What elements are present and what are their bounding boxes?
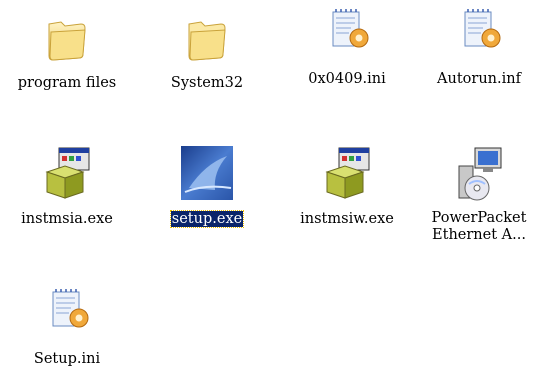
setup-app-icon — [175, 144, 239, 208]
item-label: System32 — [170, 75, 244, 91]
settings-file-icon — [447, 4, 511, 68]
folder-icon — [175, 8, 239, 72]
network-setup-icon — [447, 144, 511, 208]
item-label: instmsiw.exe — [300, 211, 394, 227]
item-label: Autorun.inf — [437, 71, 521, 87]
settings-file-icon — [315, 4, 379, 68]
item-label: Setup.ini — [33, 351, 101, 367]
item-label: instmsia.exe — [21, 211, 113, 227]
settings-file-icon — [35, 284, 99, 348]
installer-icon — [315, 144, 379, 208]
item-label: 0x0409.ini — [308, 71, 386, 87]
folder-icon — [35, 8, 99, 72]
item-label-line2: Ethernet A... — [432, 227, 526, 243]
item-label: setup.exe — [169, 210, 245, 228]
explorer-icon-view: program files System32 0x0409.ini Autoru… — [0, 0, 544, 376]
item-label-line1: PowerPacket — [431, 210, 527, 226]
item-label: program files — [17, 75, 117, 91]
installer-icon — [35, 144, 99, 208]
